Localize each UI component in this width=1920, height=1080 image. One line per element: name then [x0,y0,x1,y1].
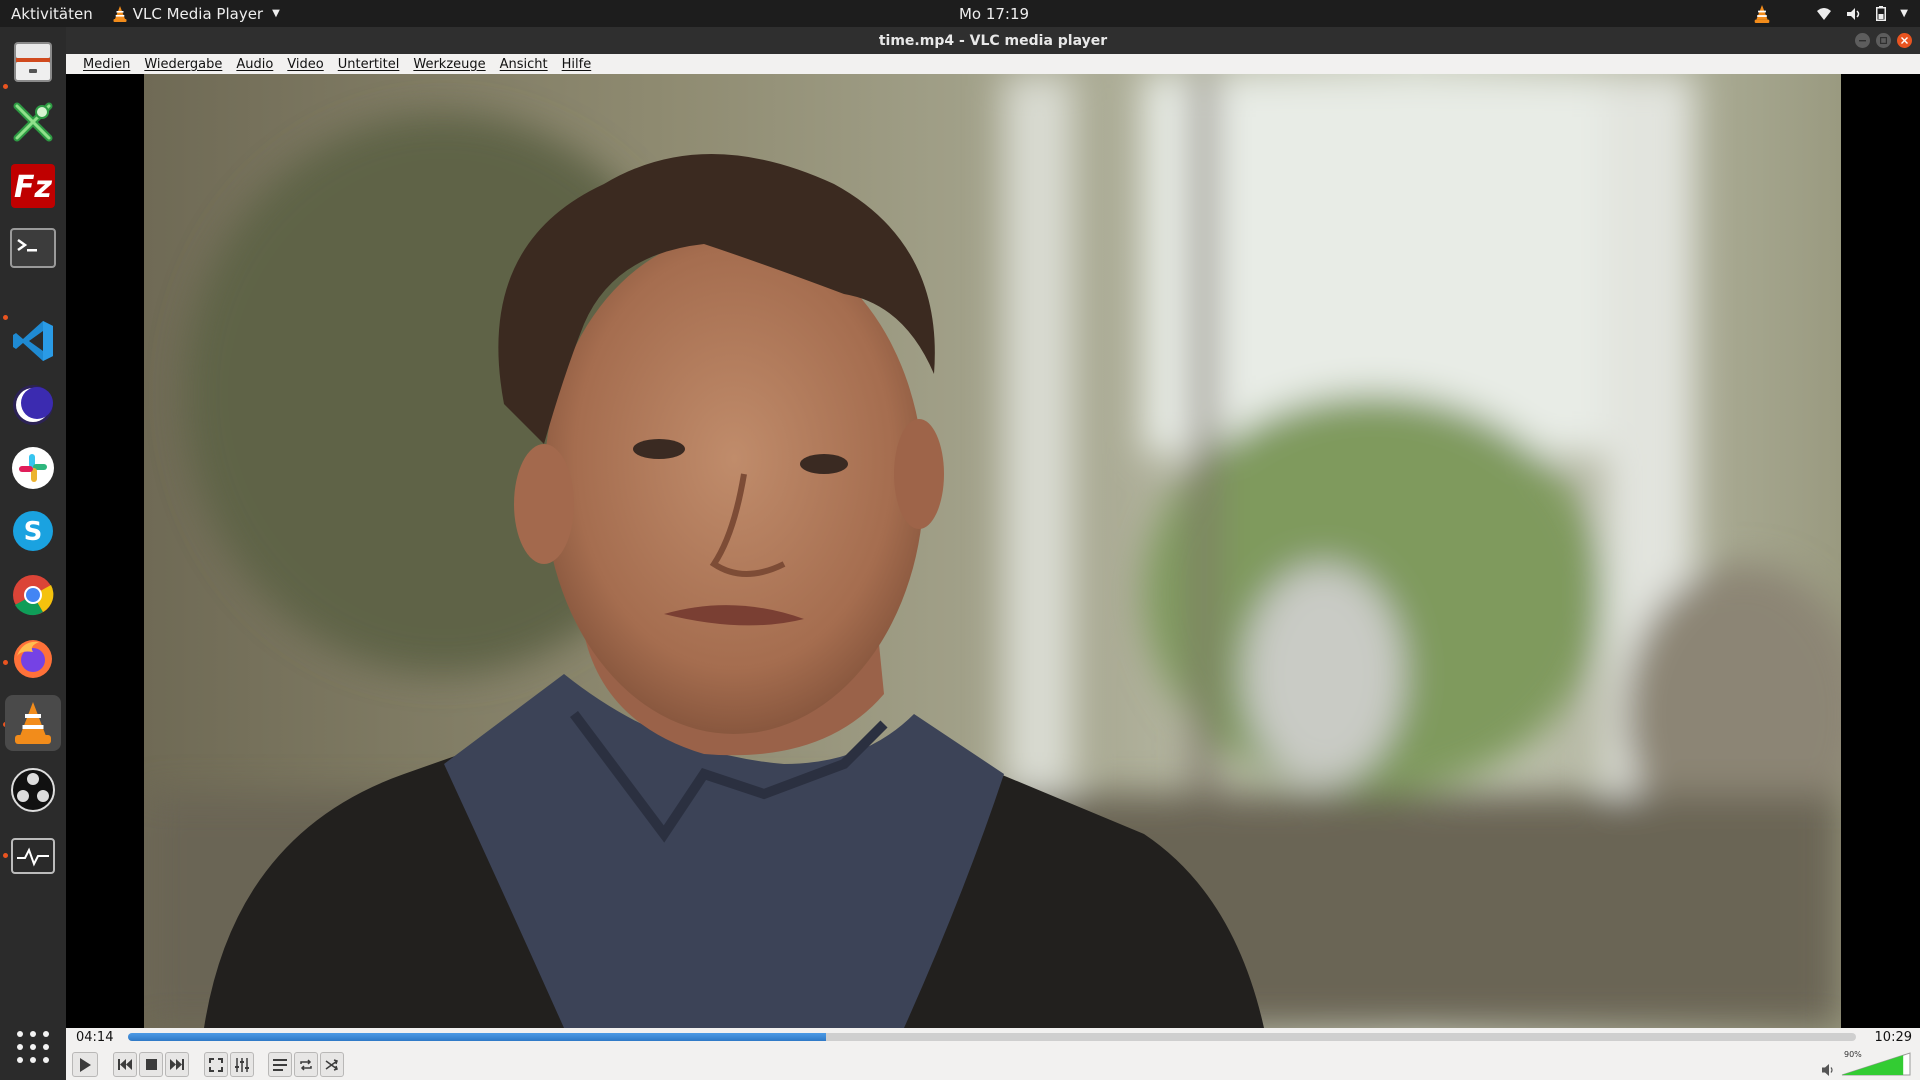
minimize-button[interactable] [1855,33,1870,48]
menu-medien[interactable]: Medien [76,57,137,72]
svg-text:Fz: Fz [14,170,52,205]
filezilla-icon: Fz [11,164,55,208]
x-cross-network-icon [13,102,53,142]
volume-percent-label: 90% [1844,1050,1862,1059]
fullscreen-icon [209,1057,223,1072]
chrome-icon [13,575,54,616]
stop-button[interactable] [139,1052,163,1077]
system-monitor-icon [11,838,55,874]
maximize-icon [1880,37,1887,44]
dock-item-skype[interactable]: S [5,503,61,559]
wifi-icon[interactable] [1816,7,1832,21]
system-tray: ▼ [1754,0,1908,27]
stop-icon [145,1059,157,1070]
skip-back-icon [118,1059,132,1070]
app-grid-icon[interactable] [17,1031,49,1063]
previous-button[interactable] [113,1052,137,1077]
menu-wiedergabe[interactable]: Wiedergabe [137,57,229,72]
running-indicator [3,84,8,89]
elapsed-time: 04:14 [76,1030,114,1045]
shuffle-icon [325,1058,338,1071]
firefox-icon [14,640,52,678]
seek-bar[interactable] [128,1033,1856,1041]
dock: Fz S [0,27,66,1080]
minimize-icon [1859,40,1866,42]
terminal-icon [10,228,56,268]
app-menu-label: VLC Media Player [132,4,264,23]
loop-button[interactable] [294,1052,318,1077]
slack-icon [12,447,54,489]
menu-untertitel[interactable]: Untertitel [331,57,407,72]
dock-item-system-monitor[interactable] [5,828,61,884]
menu-audio[interactable]: Audio [229,57,280,72]
menu-bar: Medien Wiedergabe Audio Video Untertitel… [66,54,1920,74]
speaker-icon[interactable] [1822,1063,1836,1077]
gnome-top-bar: Aktivitäten VLC Media Player ▼ Mo 17:19 [0,0,1920,27]
activities-button[interactable]: Aktivitäten [11,5,93,23]
maximize-button[interactable] [1876,33,1891,48]
loop-icon [300,1058,312,1071]
dock-item-files[interactable] [5,34,61,90]
dock-item-network-tool[interactable] [5,94,61,150]
vlc-tray-icon[interactable] [1754,4,1770,23]
playlist-icon [273,1058,287,1071]
vlc-cone-icon [113,5,127,22]
window-titlebar[interactable]: time.mp4 - VLC media player [66,27,1920,54]
dock-item-firefox[interactable] [5,630,61,686]
video-area[interactable] [66,74,1920,1028]
close-icon [1901,37,1908,44]
obs-icon [11,768,55,812]
eclipse-icon [13,385,53,425]
dock-item-vscode[interactable] [5,313,61,369]
shuffle-button[interactable] [320,1052,344,1077]
vlc-cone-icon [15,702,51,744]
total-time[interactable]: 10:29 [1875,1030,1912,1045]
next-button[interactable] [165,1052,189,1077]
playlist-button[interactable] [268,1052,292,1077]
seek-bar-progress [128,1033,827,1041]
dock-item-chrome[interactable] [5,567,61,623]
svg-text:S: S [24,517,43,547]
volume-control[interactable]: 90% [1822,1050,1914,1078]
volume-icon[interactable] [1846,7,1862,21]
video-frame [144,74,1841,1028]
play-button[interactable] [72,1052,98,1077]
system-menu-chevron-icon[interactable]: ▼ [1900,8,1908,19]
menu-hilfe[interactable]: Hilfe [555,57,599,72]
dock-item-vlc[interactable] [5,695,61,751]
chevron-down-icon: ▼ [272,8,280,19]
close-button[interactable] [1897,33,1912,48]
menu-ansicht[interactable]: Ansicht [493,57,555,72]
extended-settings-button[interactable] [230,1052,254,1077]
battery-icon[interactable] [1876,6,1887,21]
menu-werkzeuge[interactable]: Werkzeuge [406,57,492,72]
skype-icon: S [13,511,53,551]
equalizer-icon [235,1057,249,1072]
window-title: time.mp4 - VLC media player [878,32,1108,49]
clock[interactable]: Mo 17:19 [0,5,1920,23]
menu-video[interactable]: Video [280,57,330,72]
dock-item-eclipse[interactable] [5,377,61,433]
dock-item-obs[interactable] [5,762,61,818]
fullscreen-button[interactable] [204,1052,228,1077]
video-frame-image [144,74,1841,1028]
vscode-icon [13,321,53,361]
app-menu[interactable]: VLC Media Player ▼ [113,5,280,23]
window-controls [1855,33,1912,48]
file-cabinet-icon [14,42,52,82]
dock-item-filezilla[interactable]: Fz [5,158,61,214]
playback-controls: 04:14 10:29 90% [66,1028,1920,1080]
play-icon [80,1057,91,1072]
dock-item-terminal[interactable] [5,220,61,276]
dock-item-slack[interactable] [5,440,61,496]
skip-forward-icon [170,1059,184,1070]
